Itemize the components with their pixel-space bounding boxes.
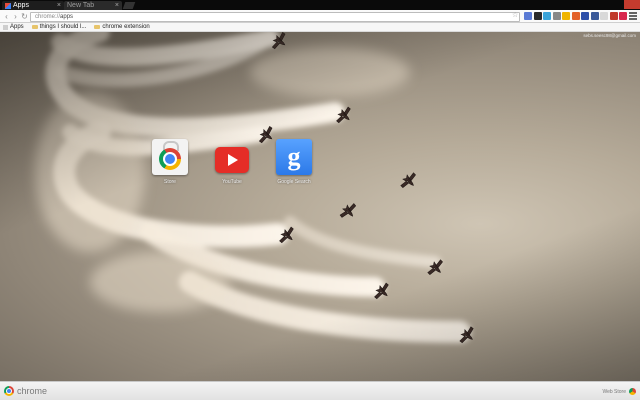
chrome-web-store-icon [152,139,188,175]
signed-in-user-email[interactable]: sebs.seesc98@gmail.com [583,33,636,38]
maximize-button[interactable] [611,0,624,9]
bookmarks-bar: Apps things I should l... chrome extensi… [0,23,640,32]
extension-icon[interactable] [619,12,627,20]
window-close-button[interactable] [624,0,640,9]
tab-new-tab[interactable]: New Tab × [64,1,122,10]
close-tab-icon[interactable]: × [115,2,119,9]
app-launcher-grid: Store YouTube g Google Search [150,139,314,185]
web-store-icon [629,388,636,395]
apps-grid-icon [3,24,8,30]
apps-tab-favicon-icon [5,2,11,9]
bookmark-apps[interactable]: Apps [3,24,24,30]
minimize-button[interactable] [597,0,610,9]
chrome-brand: chrome [4,386,47,396]
app-label: Google Search [277,179,311,185]
chrome-logo-icon [4,386,14,396]
new-tab-button[interactable] [122,2,136,9]
extension-icon[interactable] [562,12,570,20]
app-label: YouTube [222,179,242,185]
tab-strip: Apps × New Tab × [0,0,640,10]
apps-page: sebs.seesc98@gmail.com Store YouTube g G… [0,32,640,381]
background-shading [0,32,640,381]
extension-icon[interactable] [590,12,599,20]
extension-icon[interactable] [543,12,551,20]
url-scheme: chrome:// [35,13,61,20]
bookmark-label: Apps [10,24,24,30]
extension-icon[interactable] [552,12,561,20]
web-store-label: Web Store [602,388,626,395]
bookmark-label: chrome extension [102,24,150,30]
apps-page-bottom-bar: chrome Web Store [0,381,640,400]
folder-icon [31,25,38,29]
app-youtube[interactable]: YouTube [212,139,252,185]
tab-label: New Tab [67,2,95,9]
web-store-link[interactable]: Web Store [602,388,636,395]
extension-icon[interactable] [609,12,618,20]
brand-label: chrome [17,386,48,396]
bookmark-folder-things[interactable]: things I should l... [31,24,87,30]
google-search-icon: g [276,139,312,175]
bookmark-label: things I should l... [39,24,87,30]
browser-toolbar: ‹ › ↻ chrome://apps ☆ [0,10,640,23]
extension-icon[interactable] [600,12,608,20]
bookmark-star-icon[interactable]: ☆ [512,11,518,19]
url-path: apps [60,13,74,20]
tab-label: Apps [13,2,29,9]
extension-icon[interactable] [581,12,589,20]
extension-icon[interactable] [533,12,542,20]
extension-icon[interactable] [524,12,532,20]
bookmark-folder-chrome-extension[interactable]: chrome extension [94,24,150,30]
address-bar[interactable]: chrome://apps [30,11,520,22]
folder-icon [94,25,101,29]
forward-arrow-icon[interactable]: › [11,12,20,21]
back-arrow-icon[interactable]: ‹ [2,12,11,21]
tab-apps[interactable]: Apps × [2,1,64,10]
close-tab-icon[interactable]: × [57,2,61,9]
extension-icon[interactable] [571,12,580,20]
app-google-search[interactable]: g Google Search [274,139,314,185]
app-label: Store [164,179,176,185]
youtube-icon [214,139,250,175]
app-store[interactable]: Store [150,139,190,185]
reload-icon[interactable]: ↻ [20,12,29,21]
chrome-menu-icon[interactable] [629,12,637,20]
